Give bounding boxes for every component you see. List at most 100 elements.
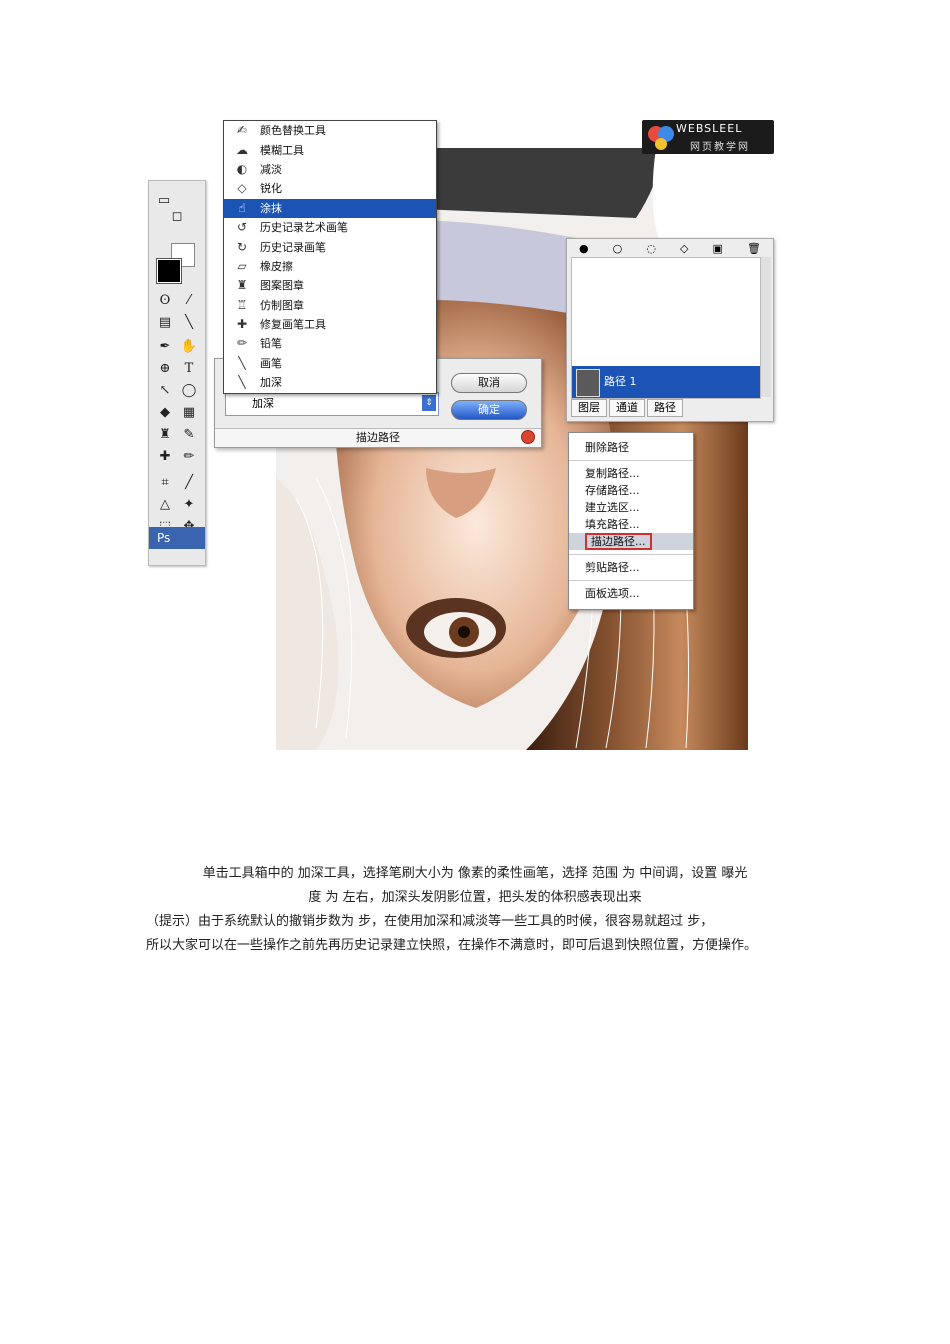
healing-brush-icon: ✚ [236, 317, 248, 332]
select-arrow-icon[interactable]: ⇕ [422, 395, 436, 411]
toolbox-row: ✚ ✏ [153, 447, 201, 467]
dodge-tool-icon[interactable]: ◯ [180, 382, 198, 400]
history-tool-icon[interactable]: ✎ [180, 426, 198, 444]
menu-item-label: 涂抹 [260, 201, 282, 215]
menu-item-label: 仿制图章 [260, 298, 304, 312]
pencil-tool-icon[interactable]: ✏ [180, 448, 198, 466]
tool-select-value: 加深 [252, 397, 274, 410]
burn-icon: ╲ [238, 375, 246, 390]
menu-item[interactable]: ╲ 画笔 [224, 354, 436, 373]
gradient-icon[interactable]: ▦ [180, 404, 198, 422]
toolbox-row: ◆ ▦ [153, 403, 201, 423]
menu-item[interactable]: ▱ 橡皮擦 [224, 257, 436, 276]
menu-divider [569, 554, 693, 555]
path-name: 路径 1 [604, 375, 637, 388]
ok-button[interactable]: 确定 [451, 400, 527, 420]
zoom-icon[interactable]: ⊕ [156, 360, 174, 378]
fill-path-icon[interactable]: ● [579, 242, 589, 255]
toolbox-row: ↖ ◯ [153, 381, 201, 401]
toolbox-row: ◻ [153, 207, 201, 227]
toolbox-row: △ ✦ [153, 495, 201, 515]
magic-wand-icon[interactable]: ✦ [180, 496, 198, 514]
menu-item-label: 修复画笔工具 [260, 318, 326, 332]
history-brush-icon: ↻ [236, 239, 248, 254]
menu-item-label: 历史记录艺术画笔 [260, 221, 348, 235]
clone-stamp-icon: ♖ [236, 297, 248, 312]
paths-scrollbar[interactable] [761, 257, 771, 397]
delete-path-icon[interactable]: 🗑 [747, 242, 761, 255]
pen-icon[interactable]: ✒ [156, 338, 174, 356]
art-history-brush-icon: ↺ [236, 220, 248, 235]
brush-tool-icon[interactable]: ╲ [180, 314, 198, 332]
menu-item-label: 铅笔 [260, 337, 282, 351]
slice-icon[interactable]: ╱ [180, 474, 198, 492]
paths-panel-toolbar: ● ○ ◌ ◇ ▣ 🗑 [567, 239, 773, 257]
logo-text-top: WEBSLEEL [676, 122, 743, 135]
stamp-icon[interactable]: ♜ [156, 426, 174, 444]
path-select-icon[interactable]: ↖ [156, 382, 174, 400]
menu-item-selected[interactable]: ☝ 涂抹 [224, 198, 436, 218]
context-menu-item[interactable]: 面板选项... [569, 585, 693, 602]
context-menu-item[interactable]: 删除路径 [569, 439, 693, 456]
toolbox-footer[interactable]: Ps [149, 527, 205, 549]
toolbox-row: ✒ ✋ [153, 337, 201, 357]
paths-context-menu: 删除路径 复制路径... 存储路径... 建立选区... 填充路径... 描边路… [568, 432, 694, 610]
sharpen-icon: ◇ [237, 181, 247, 196]
path-thumbnail [576, 369, 600, 397]
menu-item-label: 加深 [260, 376, 282, 390]
eyedropper-icon[interactable]: ⁄ [180, 292, 198, 310]
panel-tabs: 图层 通道 路径 [571, 399, 685, 417]
logo-text-bottom: 网页教学网 [690, 142, 750, 153]
menu-item[interactable]: ♜ 图案图章 [224, 276, 436, 295]
make-work-path-icon[interactable]: ◇ [680, 242, 688, 255]
new-path-icon[interactable]: ▣ [713, 242, 723, 255]
menu-item[interactable]: ↻ 历史记录画笔 [224, 237, 436, 256]
tab-layers[interactable]: 图层 [571, 399, 607, 417]
quick-mask-icon[interactable]: ◻ [168, 208, 186, 226]
load-selection-icon[interactable]: ◌ [646, 242, 656, 255]
menu-item[interactable]: ♖ 仿制图章 [224, 296, 436, 315]
stroke-path-icon[interactable]: ○ [613, 242, 623, 255]
caption-line: （提示）由于系统默认的撤销步数为 步，在使用加深和减淡等一些工具的时候，很容易就… [146, 914, 714, 929]
menu-item[interactable]: ✏ 铅笔 [224, 334, 436, 353]
context-menu-item[interactable]: 建立选区... [569, 499, 693, 516]
menu-item[interactable]: ╲ 加深 [224, 373, 436, 392]
path-row[interactable]: 路径 1 [572, 366, 760, 398]
screenshot-figure: WEBSLEEL 网页教学网 ▭ ◻ ʘ ⁄ ▤ ╲ ✒ ✋ ⊕ T ↖ ◯ ◆… [148, 118, 778, 753]
menu-item[interactable]: ◇ 锐化 [224, 179, 436, 198]
foreground-color-swatch[interactable] [156, 258, 182, 284]
crop-icon[interactable]: ⌗ [156, 474, 174, 492]
healing-icon[interactable]: ✚ [156, 448, 174, 466]
hand-icon[interactable]: ✋ [180, 338, 198, 356]
caption-line: 所以大家可以在一些操作之前先再历史记录建立快照，在操作不满意时，即可后退到快照位… [146, 938, 758, 953]
tool-select[interactable]: 加深 ⇕ [225, 392, 439, 416]
tab-paths[interactable]: 路径 [647, 399, 683, 417]
context-menu-item-highlighted[interactable]: 描边路径... [569, 533, 693, 550]
tool-dropdown-menu: ✍ 颜色替换工具 ☁ 模糊工具 ◐ 减淡 ◇ 锐化 ☝ 涂抹 ↺ 历史记录艺术画笔 ↻ 历史记… [223, 120, 437, 394]
color-replace-icon: ✍ [236, 123, 248, 138]
site-logo: WEBSLEEL 网页教学网 [642, 120, 774, 154]
context-menu-item[interactable]: 剪贴路径... [569, 559, 693, 576]
tab-channels[interactable]: 通道 [609, 399, 645, 417]
menu-item[interactable]: ↺ 历史记录艺术画笔 [224, 218, 436, 237]
context-menu-item[interactable]: 复制路径... [569, 465, 693, 482]
menu-item[interactable]: ✚ 修复画笔工具 [224, 315, 436, 334]
cancel-button[interactable]: 取消 [451, 373, 527, 393]
paint-bucket-icon[interactable]: ◆ [156, 404, 174, 422]
eraser-icon: ▱ [237, 258, 247, 273]
type-tool-icon[interactable]: T [180, 360, 198, 378]
close-icon[interactable] [521, 430, 535, 444]
toolbox-row: ▤ ╲ [153, 313, 201, 333]
paths-panel: ● ○ ◌ ◇ ▣ 🗑 路径 1 图层 通道 路径 [566, 238, 774, 422]
context-menu-item[interactable]: 填充路径... [569, 516, 693, 533]
menu-item[interactable]: ◐ 减淡 [224, 160, 436, 179]
brush-icon: ╲ [238, 355, 246, 370]
highlighted-label: 描边路径... [585, 533, 652, 550]
menu-item[interactable]: ☁ 模糊工具 [224, 140, 436, 159]
pattern-stamp-icon: ♜ [236, 278, 248, 293]
notes-icon[interactable]: ▤ [156, 314, 174, 332]
lasso-icon[interactable]: ʘ [156, 292, 174, 310]
context-menu-item[interactable]: 存储路径... [569, 482, 693, 499]
polygon-lasso-icon[interactable]: △ [156, 496, 174, 514]
menu-item[interactable]: ✍ 颜色替换工具 [224, 121, 436, 140]
